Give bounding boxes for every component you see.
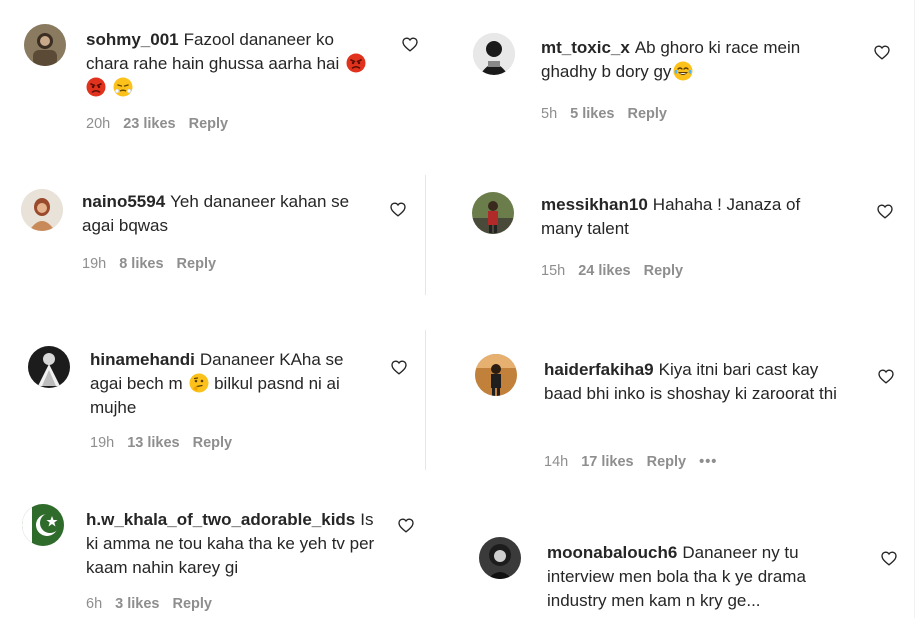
reply-button[interactable]: Reply xyxy=(172,596,212,612)
comment-username[interactable]: moonabalouch6 xyxy=(547,543,677,562)
avatar[interactable] xyxy=(21,189,63,231)
angry-face-icon xyxy=(86,77,106,97)
comment-meta: 19h 8 likes Reply xyxy=(82,256,229,272)
comment-meta: 19h 13 likes Reply xyxy=(90,435,245,451)
reply-button[interactable]: Reply xyxy=(644,263,684,279)
avatar[interactable] xyxy=(24,24,66,66)
angry-face-icon xyxy=(346,53,366,73)
comment-username[interactable]: mt_toxic_x xyxy=(541,38,630,57)
comment-username[interactable]: messikhan10 xyxy=(541,195,648,214)
comment-username[interactable]: h.w_khala_of_two_adorable_kids xyxy=(86,510,355,529)
comment-time: 20h xyxy=(86,116,111,132)
comment-meta: 15h 24 likes Reply xyxy=(541,263,696,279)
reply-button[interactable]: Reply xyxy=(193,435,233,451)
column-divider xyxy=(425,175,426,295)
like-count[interactable]: 24 likes xyxy=(578,263,630,279)
avatar[interactable] xyxy=(473,33,515,75)
comment-username[interactable]: hinamehandi xyxy=(90,350,195,369)
like-count[interactable]: 3 likes xyxy=(115,596,159,612)
comment-time: 19h xyxy=(90,435,115,451)
more-options-icon[interactable]: ••• xyxy=(699,454,717,470)
reply-button[interactable]: Reply xyxy=(189,116,229,132)
like-heart-icon[interactable] xyxy=(390,202,406,217)
column-divider xyxy=(425,330,426,470)
comment-text: messikhan10 Hahaha ! Janaza of many talen… xyxy=(541,193,841,241)
like-heart-icon[interactable] xyxy=(398,518,414,533)
comment-time: 5h xyxy=(541,106,558,122)
comment-meta: 14h 17 likes Reply ••• xyxy=(544,454,730,470)
comment-username[interactable]: sohmy_001 xyxy=(86,30,179,49)
like-heart-icon[interactable] xyxy=(402,37,418,52)
comment-text: mt_toxic_x Ab ghoro ki race mein ghadhy b… xyxy=(541,36,841,84)
avatar[interactable] xyxy=(479,537,521,579)
comment-text: naino5594 Yeh dananeer kahan se agai bqwa… xyxy=(82,190,372,238)
reply-button[interactable]: Reply xyxy=(647,454,687,470)
comment-username[interactable]: haiderfakiha9 xyxy=(544,360,654,379)
like-heart-icon[interactable] xyxy=(878,369,894,384)
comment-meta: 20h 23 likes Reply xyxy=(86,116,241,132)
avatar[interactable] xyxy=(475,354,517,396)
like-count[interactable]: 5 likes xyxy=(570,106,614,122)
comment-time: 19h xyxy=(82,256,107,272)
column-divider xyxy=(914,0,915,618)
comment-text: h.w_khala_of_two_adorable_kids Is ki amma… xyxy=(86,508,376,580)
comment-time: 14h xyxy=(544,454,569,470)
thinking-face-icon xyxy=(189,373,209,393)
like-heart-icon[interactable] xyxy=(881,551,897,566)
like-count[interactable]: 8 likes xyxy=(119,256,163,272)
like-heart-icon[interactable] xyxy=(391,360,407,375)
like-count[interactable]: 13 likes xyxy=(127,435,179,451)
reply-button[interactable]: Reply xyxy=(627,106,667,122)
avatar[interactable] xyxy=(472,192,514,234)
comment-text: sohmy_001 Fazool dananeer ko chara rahe h… xyxy=(86,28,376,100)
comment-meta: 6h 3 likes Reply xyxy=(86,596,225,612)
tears-of-joy-icon xyxy=(673,61,693,81)
comment-time: 15h xyxy=(541,263,566,279)
comment-meta: 5h 5 likes Reply xyxy=(541,106,680,122)
comment-text: haiderfakiha9 Kiya itni bari cast kay baa… xyxy=(544,358,854,406)
like-count[interactable]: 17 likes xyxy=(581,454,633,470)
avatar[interactable] xyxy=(22,504,64,546)
comment-time: 6h xyxy=(86,596,103,612)
comment-text: moonabalouch6 Dananeer ny tu interview me… xyxy=(547,541,857,613)
reply-button[interactable]: Reply xyxy=(177,256,217,272)
comment-username[interactable]: naino5594 xyxy=(82,192,165,211)
like-heart-icon[interactable] xyxy=(877,204,893,219)
like-count[interactable]: 23 likes xyxy=(123,116,175,132)
like-heart-icon[interactable] xyxy=(874,45,890,60)
steam-face-icon xyxy=(113,77,133,97)
avatar[interactable] xyxy=(28,346,70,388)
comment-text: hinamehandi Dananeer KAha se agai bech m … xyxy=(90,348,370,420)
